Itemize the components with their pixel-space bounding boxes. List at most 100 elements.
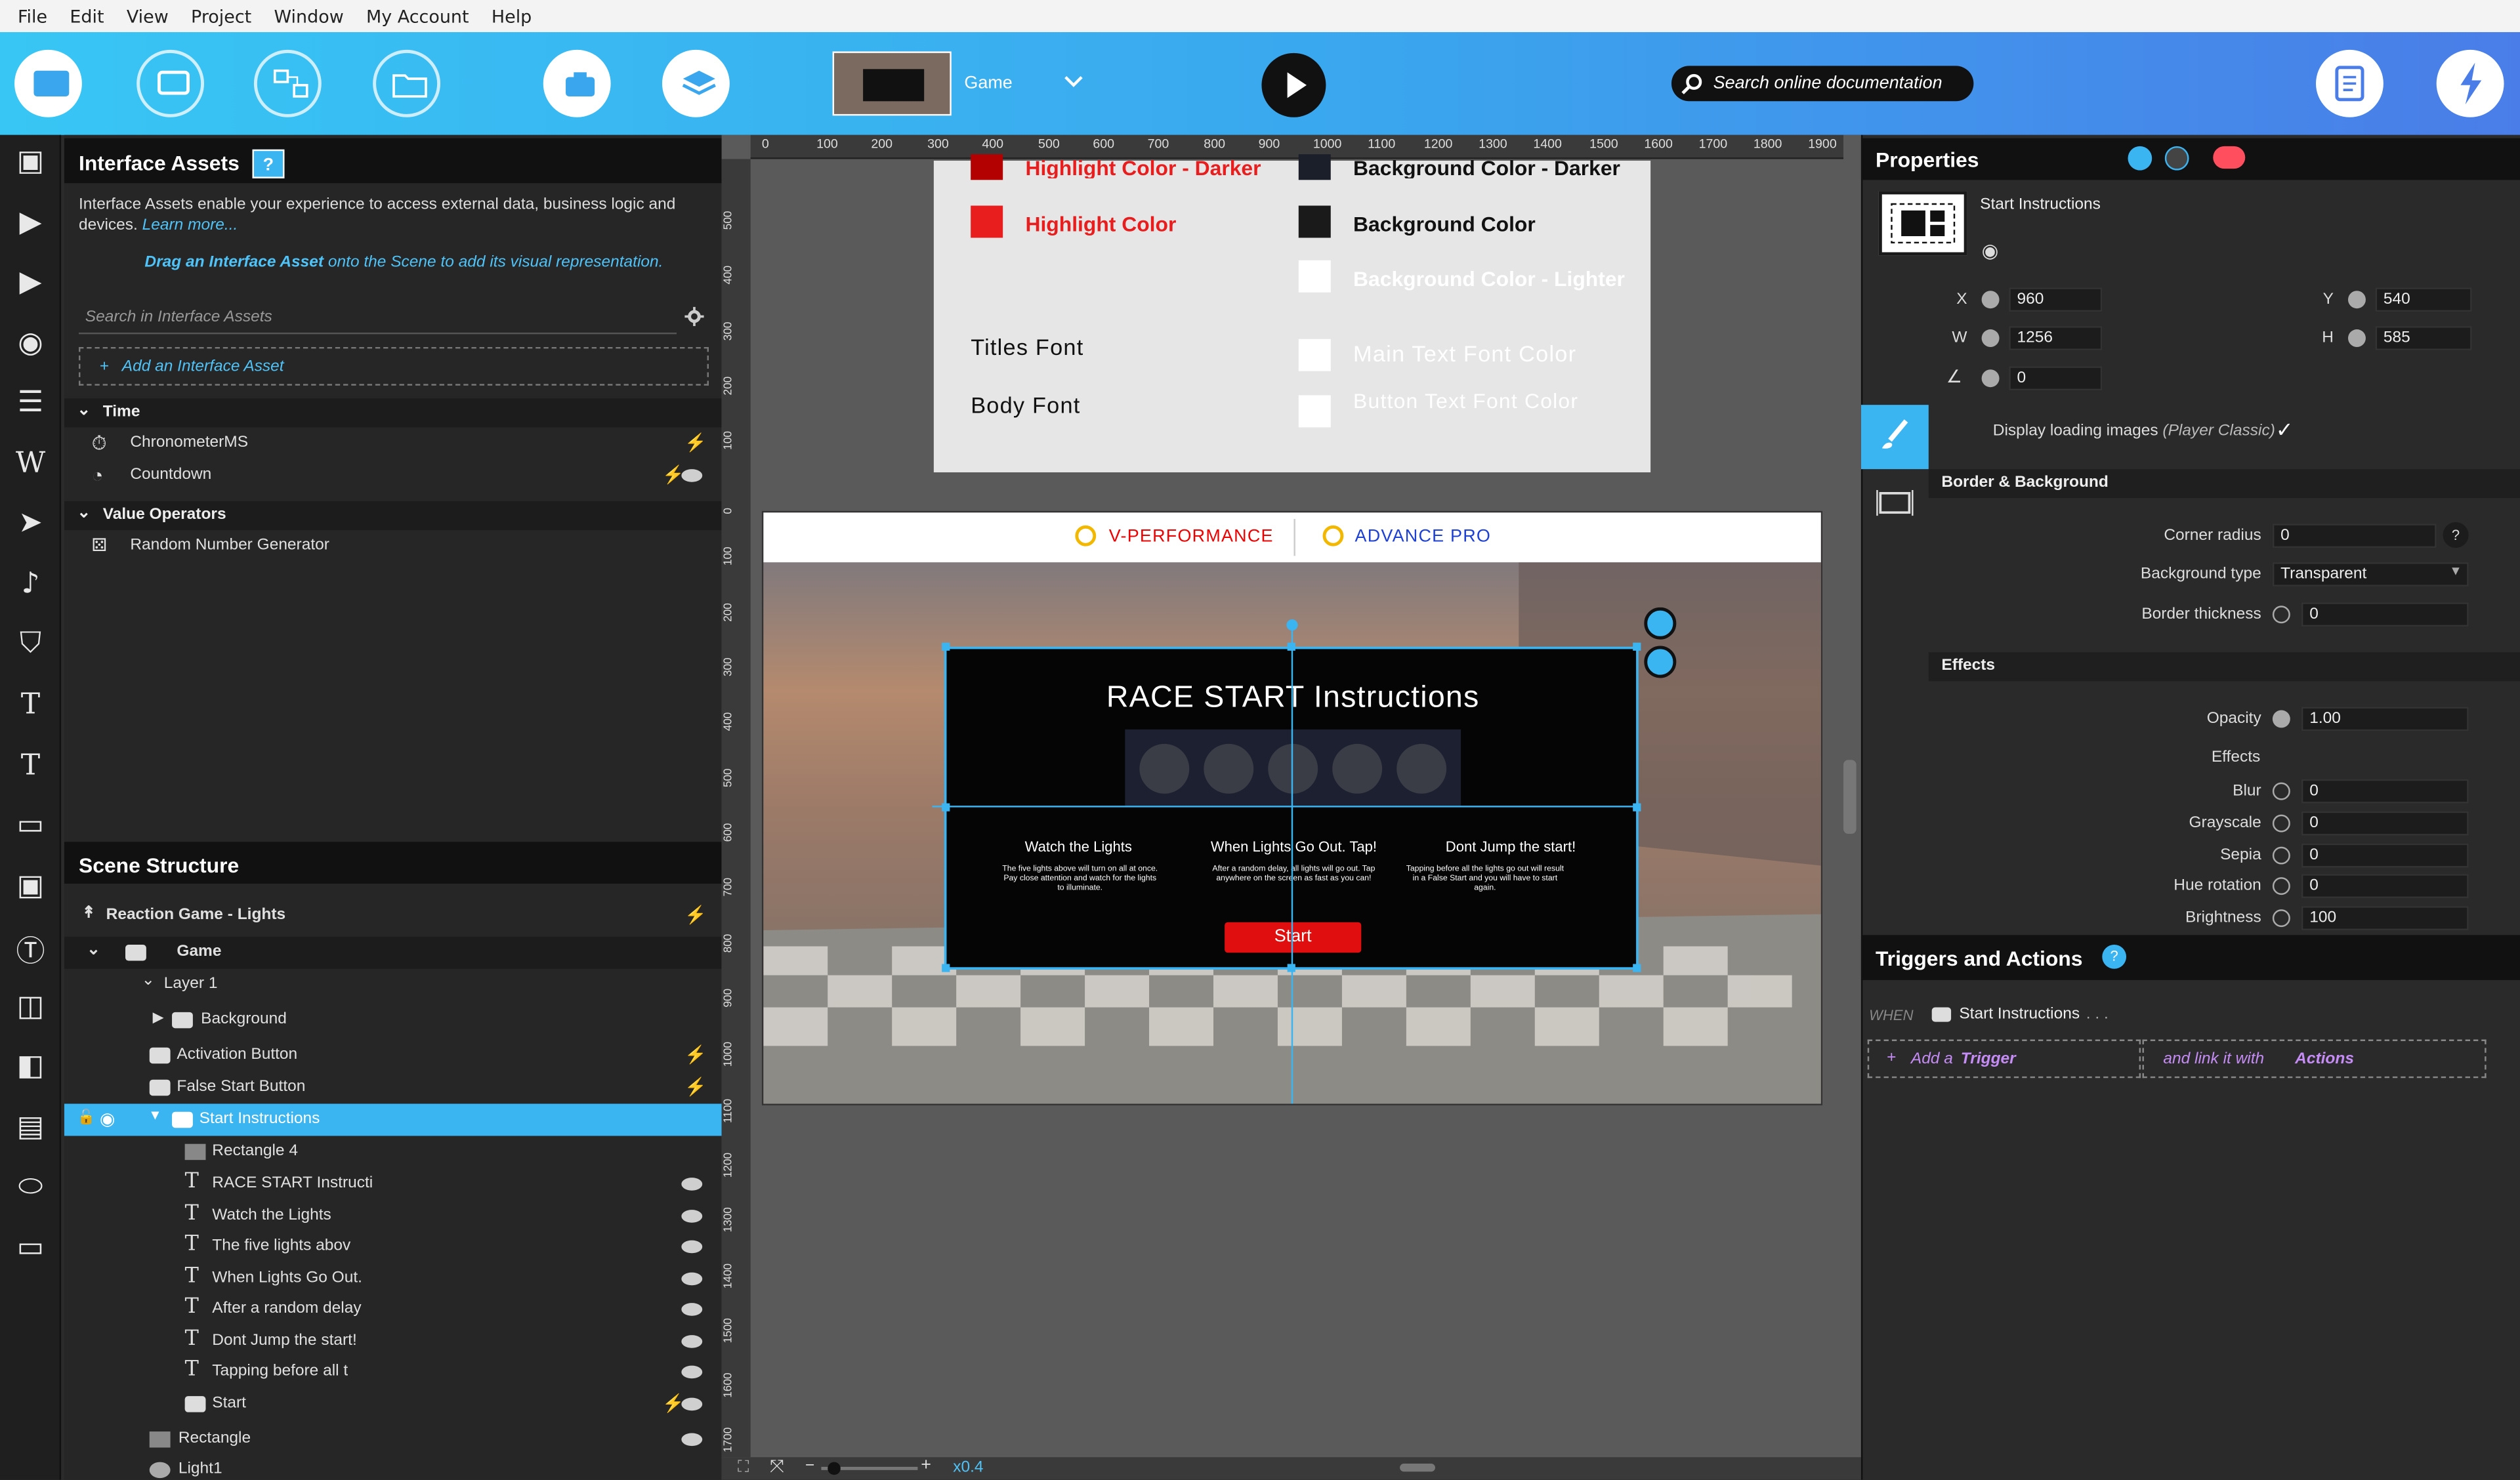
corner-radius-field[interactable]: 0 — [2272, 524, 2437, 548]
opacity-field[interactable]: 1.00 — [2301, 707, 2469, 731]
options-icon[interactable] — [2164, 146, 2189, 171]
blur-field[interactable]: 0 — [2301, 779, 2469, 804]
ellipse-widget-icon[interactable]: ⬭ — [11, 1170, 50, 1205]
add-interface-asset-button[interactable]: + Add an Interface Asset — [79, 346, 709, 386]
scene-name[interactable]: Game — [964, 74, 1012, 93]
sepia-toggle[interactable] — [2272, 846, 2290, 865]
delete-icon[interactable] — [2213, 146, 2246, 169]
brightness-field[interactable]: 100 — [2301, 906, 2469, 930]
toggle-widget-icon[interactable]: ◫ — [11, 990, 50, 1025]
rectangle-widget-icon[interactable]: ▭ — [11, 1231, 50, 1266]
menu-view[interactable]: View — [116, 6, 180, 27]
html-widget-icon[interactable]: ⛉ — [11, 627, 50, 662]
style-tab[interactable] — [1860, 405, 1929, 470]
menu-file[interactable]: File — [7, 6, 58, 27]
chevron-down-icon[interactable] — [1062, 74, 1085, 90]
button-widget-icon[interactable]: ▭ — [11, 808, 50, 844]
tree-row-race-start[interactable]: T RACE START Instructi — [64, 1168, 722, 1200]
grayscale-field[interactable]: 0 — [2301, 811, 2469, 836]
tree-row-watch-lights[interactable]: T Watch the Lights — [64, 1200, 722, 1232]
corner-radius-help-icon[interactable]: ? — [2443, 522, 2469, 548]
assets-search-input[interactable]: Search in Interface Assets — [79, 302, 677, 335]
text-widget-icon[interactable]: T — [11, 688, 50, 723]
menu-window[interactable]: Window — [262, 6, 355, 27]
category-value-operators[interactable]: ⌄ Value Operators — [64, 501, 722, 531]
triggers-help-icon[interactable]: ? — [2102, 945, 2127, 969]
visibility-eye-icon[interactable]: ◉ — [1982, 239, 1999, 262]
tree-row-start[interactable]: Start ⚡ — [64, 1388, 722, 1420]
tree-row-random-delay[interactable]: T After a random delay — [64, 1293, 722, 1325]
widgets-button[interactable] — [543, 49, 611, 117]
scene-thumbnail[interactable] — [832, 51, 952, 116]
tree-row-when-lights[interactable]: T When Lights Go Out. — [64, 1263, 722, 1295]
asset-chronometerms[interactable]: ⏱ ChronometerMS ⚡ — [64, 427, 722, 459]
tree-row-rectangle-4[interactable]: Rectangle 4 — [64, 1136, 722, 1168]
w-field[interactable]: 1256 — [2009, 326, 2103, 350]
media-widget-icon[interactable]: ▶ — [11, 265, 50, 300]
zoom-out-icon[interactable]: − — [805, 1457, 814, 1475]
fit-screen-icon[interactable]: ⛶ — [738, 1459, 749, 1477]
asset-random-number-generator[interactable]: ⚄ Random Number Generator — [64, 530, 722, 562]
angle-anim-toggle[interactable] — [1981, 369, 2000, 388]
sepia-field[interactable]: 0 — [2301, 843, 2469, 868]
hue-rotation-field[interactable]: 0 — [2301, 874, 2469, 898]
object-action-icons[interactable] — [1643, 607, 1678, 678]
y-field[interactable]: 540 — [2375, 287, 2472, 312]
hue-rotation-toggle[interactable] — [2272, 877, 2290, 895]
publish-button[interactable] — [2436, 49, 2504, 117]
help-icon[interactable]: ? — [252, 149, 285, 178]
physics-icon[interactable] — [2128, 146, 2152, 171]
layers-button[interactable] — [662, 49, 730, 117]
y-anim-toggle[interactable] — [2347, 291, 2366, 309]
border-anim-toggle[interactable] — [2272, 606, 2290, 624]
menu-help[interactable]: Help — [480, 6, 543, 27]
tree-row-five-lights[interactable]: T The five lights abov — [64, 1231, 722, 1263]
scenes-flow-button[interactable] — [253, 49, 322, 117]
layout-tab-icon[interactable] — [1876, 487, 1914, 519]
web-widget-icon[interactable]: W — [11, 447, 50, 482]
image-button-widget-icon[interactable]: ▣ — [11, 869, 50, 905]
menu-project[interactable]: Project — [180, 6, 262, 27]
tree-row-light1[interactable]: Light1 — [64, 1454, 722, 1480]
tree-row-tapping[interactable]: T Tapping before all t — [64, 1356, 722, 1388]
tree-row-activation-button[interactable]: Activation Button ⚡ — [64, 1040, 722, 1072]
tree-row-dont-jump[interactable]: T Dont Jump the start! — [64, 1325, 722, 1357]
play-button[interactable] — [1261, 52, 1326, 117]
list-widget-icon[interactable]: ☰ — [11, 386, 50, 421]
x-field[interactable]: 960 — [2009, 287, 2103, 312]
grayscale-toggle[interactable] — [2272, 814, 2290, 832]
asset-countdown[interactable]: ◔ Countdown ⚡ — [64, 459, 722, 491]
add-trigger-button[interactable]: + Add a Trigger — [1867, 1039, 2141, 1079]
trigger-more[interactable]: . . . — [2086, 1006, 2109, 1023]
tree-row-game[interactable]: ⌄ Game — [64, 936, 722, 969]
blur-toggle[interactable] — [2272, 782, 2290, 800]
screen-view-button[interactable] — [14, 49, 82, 117]
x-anim-toggle[interactable] — [1981, 291, 2000, 309]
canvas-scrollbar-vertical[interactable] — [1843, 760, 1857, 834]
expand-icon[interactable]: ⤧ — [770, 1457, 784, 1478]
angle-field[interactable]: 0 — [2009, 366, 2103, 391]
html-text-widget-icon[interactable]: T — [11, 749, 50, 784]
style-guide-card[interactable]: Highlight Color - Darker Highlight Color… — [933, 154, 1651, 473]
learn-more-link[interactable]: Learn more... — [142, 217, 238, 235]
border-thickness-field[interactable]: 0 — [2301, 602, 2469, 627]
canvas-scrollbar-horizontal[interactable] — [1400, 1464, 1435, 1472]
audio-widget-icon[interactable]: ♪ — [11, 567, 50, 602]
image-widget-icon[interactable]: ▣ — [11, 144, 50, 180]
slider-widget-icon[interactable]: ◧ — [11, 1049, 50, 1084]
zoom-in-icon[interactable]: + — [921, 1456, 931, 1475]
link-actions-button[interactable]: and link it with Actions — [2142, 1039, 2487, 1079]
brightness-toggle[interactable] — [2272, 909, 2290, 928]
menu-my-account[interactable]: My Account — [355, 6, 480, 27]
opacity-anim-toggle[interactable] — [2272, 710, 2290, 728]
menu-edit[interactable]: Edit — [58, 6, 115, 27]
video-widget-icon[interactable]: ▶ — [11, 205, 50, 241]
webcam-widget-icon[interactable]: ◉ — [11, 326, 50, 361]
files-button[interactable] — [373, 49, 441, 117]
notes-button[interactable] — [2316, 49, 2384, 117]
devices-button[interactable] — [136, 49, 205, 117]
category-time[interactable]: ⌄ Time — [64, 398, 722, 428]
zoom-slider-thumb[interactable] — [828, 1462, 841, 1475]
send-widget-icon[interactable]: ➤ — [11, 506, 50, 541]
documentation-search[interactable]: Search online documentation — [1671, 66, 1974, 102]
